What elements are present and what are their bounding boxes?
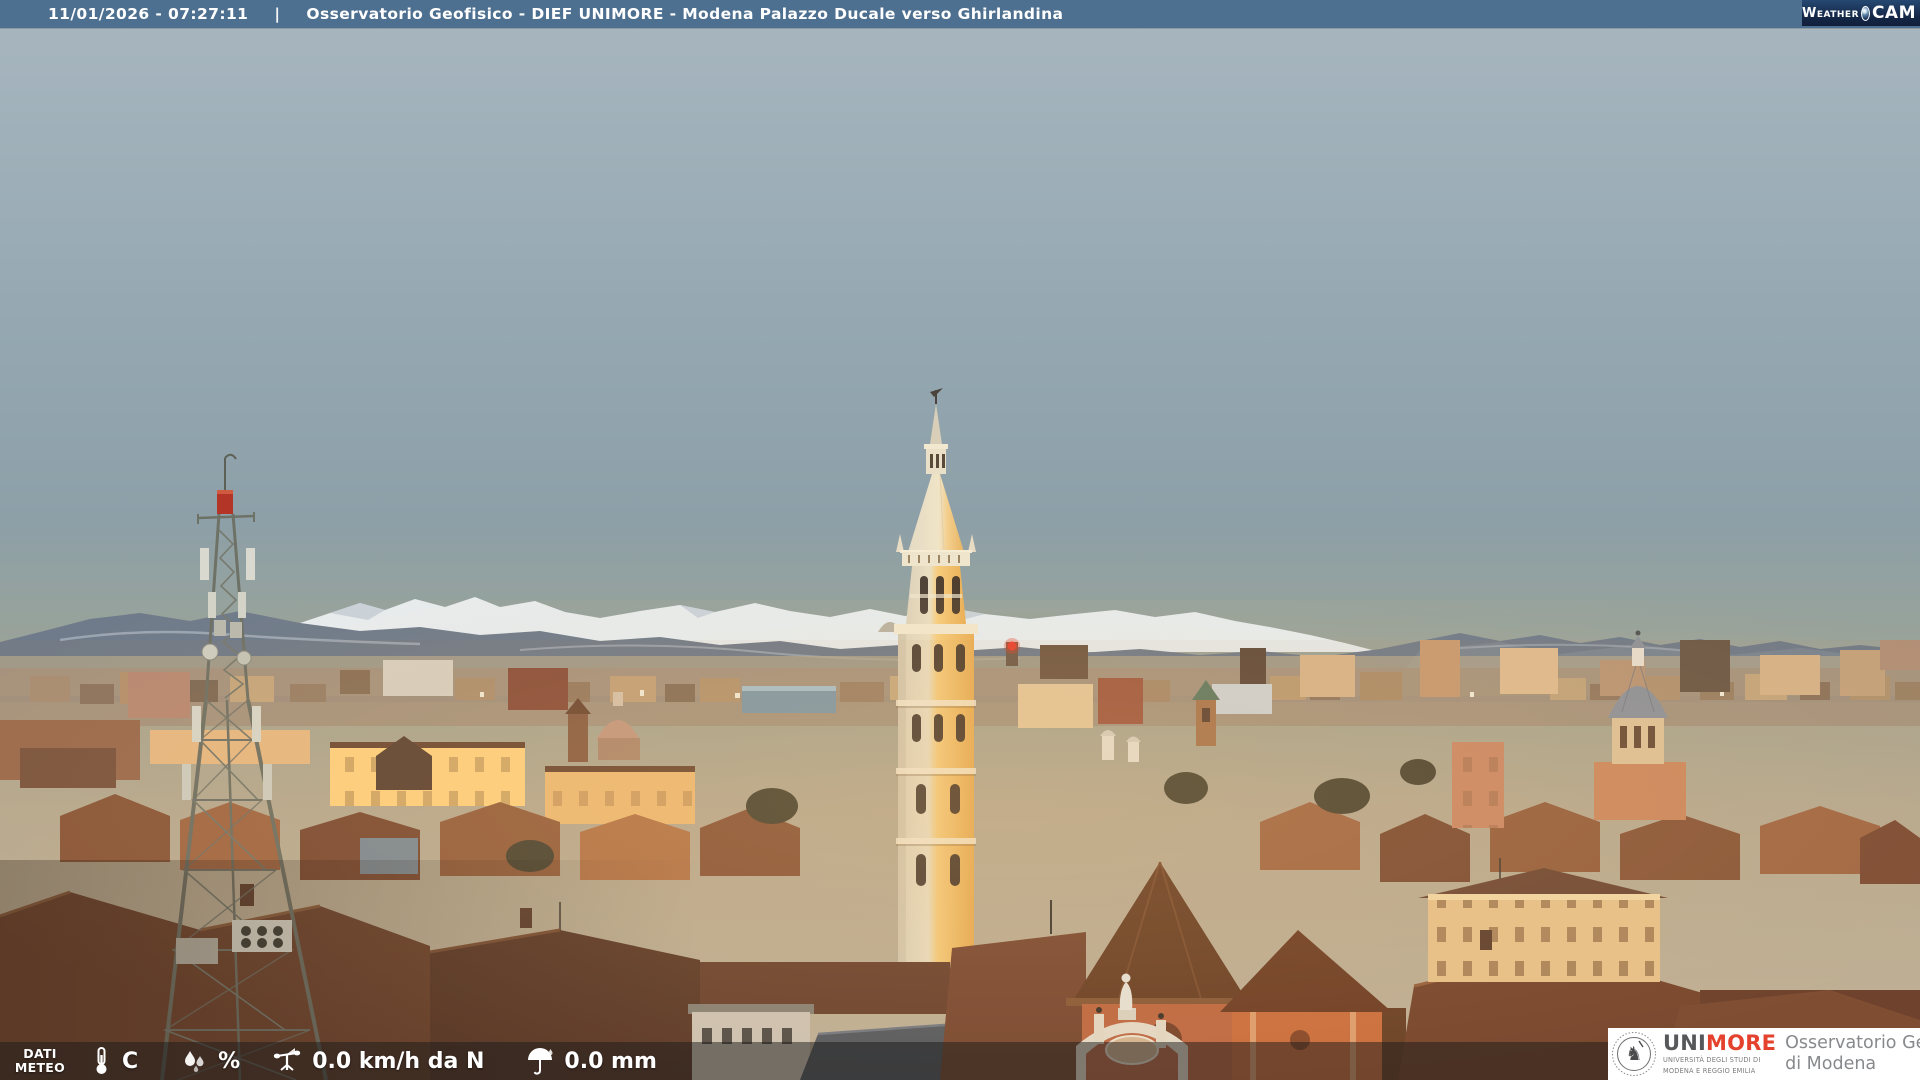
unimore-logo[interactable]: ♞ UNIMORE UNIVERSITÀ DEGLI STUDI DI MODE… [1608,1028,1920,1080]
observatory-name-line2: di Modena [1785,1054,1877,1074]
observatory-name-line1: Osservatorio Geofisico [1785,1033,1920,1054]
weathercam-logo[interactable]: Weather CAM [1802,0,1920,26]
wind-icon [274,1048,301,1071]
humidity-icon [185,1051,204,1073]
svg-text:♞: ♞ [1625,1043,1642,1065]
humidity-value: % [218,1048,241,1074]
light-grade [0,600,1920,1080]
meteo-data-label: DATI METEO [14,1047,66,1075]
rain-value: 0.0 mm [564,1048,657,1074]
datetime-label: 11/01/2026 - 07:27:11 [48,5,249,23]
weathercam-orb-icon [1861,5,1870,21]
weathercam-cam-label: CAM [1871,3,1916,23]
unimore-seal-icon: ♞ [1612,1032,1656,1076]
meteo-label-line2: METEO [14,1060,66,1075]
temperature-value: C [122,1048,139,1074]
header-bar: 11/01/2026 - 07:27:11 | Osservatorio Geo… [0,0,1920,28]
webcam-view: 11/01/2026 - 07:27:11 | Osservatorio Geo… [0,0,1920,1080]
unimore-more-text: MORE [1706,1031,1777,1056]
unimore-wordmark: UNIMORE UNIVERSITÀ DEGLI STUDI DI MODENA… [1663,1031,1777,1075]
header-separator: | [274,5,281,23]
page-title: Osservatorio Geofisico - DIEF UNIMORE - … [306,5,1064,23]
observatory-name: Osservatorio Geofisico di Modena [1785,1033,1920,1074]
meteo-label-line1: DATI [23,1046,57,1061]
rain-icon [528,1048,553,1075]
thermometer-icon [96,1047,107,1074]
unimore-uni-text: UNI [1663,1031,1707,1056]
city-panorama [0,0,1920,1080]
unimore-subtitle-line2: MODENA E REGGIO EMILIA [1663,1066,1756,1075]
wind-value: 0.0 km/h da N [312,1048,485,1074]
weathercam-weather-label: Weather [1802,5,1860,21]
unimore-subtitle-line1: UNIVERSITÀ DEGLI STUDI DI [1663,1056,1761,1065]
